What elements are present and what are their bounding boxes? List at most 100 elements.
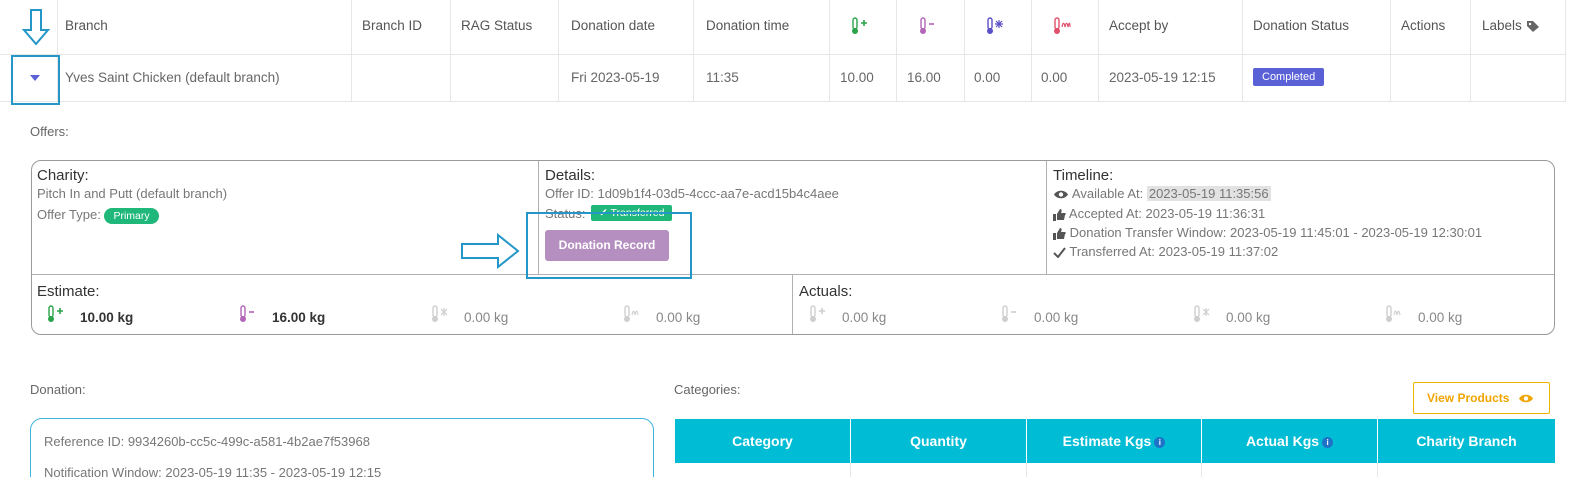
view-products-label: View Products — [1427, 391, 1510, 405]
header-divider — [0, 54, 1566, 55]
header-labels[interactable]: Labels — [1482, 18, 1540, 33]
header-rag-status[interactable]: RAG Status — [461, 18, 532, 33]
tag-icon — [1526, 20, 1539, 32]
check-icon — [1053, 247, 1066, 259]
header-accept-by[interactable]: Accept by — [1109, 18, 1168, 33]
estimate-kgs-header[interactable]: Estimate Kgs i — [1027, 419, 1201, 463]
estimate-frozen: 0.00 kg — [464, 310, 509, 325]
col-divider — [351, 0, 352, 101]
actual-ambient: 0.00 kg — [842, 310, 887, 325]
col-divider — [896, 0, 897, 101]
header-branch-id[interactable]: Branch ID — [362, 18, 422, 33]
col-divider — [829, 0, 830, 101]
categories-label: Categories: — [674, 382, 741, 397]
header-labels-text: Labels — [1482, 18, 1522, 33]
frozen-thermometer-icon — [432, 305, 448, 322]
chilled-thermometer-icon — [1002, 305, 1016, 322]
charity-title: Charity: — [37, 167, 89, 184]
charity-branch-header[interactable]: Charity Branch — [1378, 419, 1555, 463]
col-divider — [558, 0, 559, 101]
category-header[interactable]: Category — [675, 419, 850, 463]
estimate-title: Estimate: — [37, 283, 100, 300]
actual-chilled: 0.00 kg — [1034, 310, 1079, 325]
estimate-ambient: 10.00 kg — [80, 310, 134, 325]
header-branch[interactable]: Branch — [65, 18, 108, 33]
frozen-thermometer-icon — [1194, 305, 1210, 322]
view-products-button[interactable]: View Products — [1413, 382, 1550, 414]
timeline-title: Timeline: — [1053, 167, 1114, 184]
details-title: Details: — [545, 167, 596, 184]
estimate-chilled: 16.00 kg — [272, 310, 326, 325]
eye-icon — [1054, 190, 1068, 199]
expand-caret-down-icon[interactable] — [29, 74, 41, 82]
timeline-accepted: Accepted At: 2023-05-19 11:36:31 — [1053, 206, 1265, 221]
chilled-thermometer-icon — [920, 17, 934, 34]
row-donation-time: 11:35 — [706, 70, 739, 85]
offer-card-divider — [792, 275, 793, 334]
available-label: Available At: — [1071, 186, 1144, 201]
row-donation-date: Fri 2023-05-19 — [571, 70, 660, 85]
row-chilled-value: 16.00 — [907, 70, 941, 85]
row-divider — [0, 101, 1566, 102]
offer-card-divider — [32, 274, 1554, 275]
donation-label: Donation: — [30, 382, 86, 397]
col-divider — [1377, 463, 1378, 477]
offer-id: Offer ID: 1d09b1f4-03d5-4ccc-aa7e-acd15b… — [545, 186, 839, 201]
offer-card-divider — [1046, 161, 1047, 274]
col-divider — [1026, 463, 1027, 477]
row-frozen-value: 0.00 — [974, 70, 1001, 85]
row-accept-by: 2023-05-19 12:15 — [1109, 70, 1216, 85]
available-value: 2023-05-19 11:35:56 — [1146, 186, 1271, 201]
row-hot-value: 0.00 — [1041, 70, 1068, 85]
info-icon[interactable]: i — [1154, 436, 1166, 448]
offers-label: Offers: — [30, 124, 69, 139]
actual-hot: 0.00 kg — [1418, 310, 1463, 325]
col-divider — [693, 0, 694, 101]
accepted-text: Accepted At: 2023-05-19 11:36:31 — [1068, 206, 1266, 221]
frozen-thermometer-icon — [987, 17, 1003, 34]
estimate-hot: 0.00 kg — [656, 310, 701, 325]
header-donation-date[interactable]: Donation date — [571, 18, 655, 33]
col-divider — [1201, 463, 1202, 477]
arrow-down-annotation-icon — [22, 9, 50, 46]
actual-kgs-label: Actual Kgs — [1245, 433, 1320, 449]
col-divider — [1470, 0, 1471, 101]
header-donation-time[interactable]: Donation time — [706, 18, 789, 33]
offer-type-badge: Primary — [104, 208, 159, 224]
offer-type-label: Offer Type: — [37, 207, 101, 222]
header-donation-status[interactable]: Donation Status — [1253, 18, 1349, 33]
eye-icon — [1518, 395, 1533, 403]
estimate-kgs-label: Estimate Kgs — [1062, 433, 1152, 449]
actual-frozen: 0.00 kg — [1226, 310, 1271, 325]
info-icon[interactable]: i — [1322, 436, 1334, 448]
hot-thermometer-icon — [624, 305, 639, 322]
timeline-window: Donation Transfer Window: 2023-05-19 11:… — [1053, 225, 1482, 240]
col-divider — [1390, 0, 1391, 101]
arrow-right-annotation-icon — [461, 233, 520, 269]
col-divider — [1031, 0, 1032, 101]
hot-thermometer-icon — [1054, 17, 1071, 34]
actual-kgs-header[interactable]: Actual Kgs i — [1202, 419, 1377, 463]
timeline-transferred: Transferred At: 2023-05-19 11:37:02 — [1053, 244, 1278, 259]
header-actions: Actions — [1401, 18, 1446, 33]
offer-type-row: Offer Type: Primary — [37, 207, 159, 224]
notification-window: Notification Window: 2023-05-19 11:35 - … — [44, 465, 382, 477]
status-badge-completed: Completed — [1253, 68, 1325, 86]
col-divider — [1565, 0, 1566, 101]
transferred-text: Transferred At: 2023-05-19 11:37:02 — [1069, 244, 1279, 259]
ambient-thermometer-icon — [810, 305, 825, 322]
col-divider — [850, 463, 851, 477]
col-divider — [964, 0, 965, 101]
col-divider — [450, 0, 451, 101]
thumbs-up-icon — [1053, 227, 1066, 240]
chilled-thermometer-icon — [240, 305, 254, 322]
col-divider — [1098, 0, 1099, 101]
col-divider — [1242, 0, 1243, 101]
donation-record-button[interactable]: Donation Record — [545, 230, 669, 261]
charity-name: Pitch In and Putt (default branch) — [37, 186, 228, 201]
quantity-header[interactable]: Quantity — [851, 419, 1026, 463]
actuals-title: Actuals: — [799, 283, 853, 300]
ambient-thermometer-icon — [48, 305, 63, 322]
ambient-thermometer-icon — [852, 17, 867, 34]
thumbs-up-icon — [1053, 208, 1066, 221]
